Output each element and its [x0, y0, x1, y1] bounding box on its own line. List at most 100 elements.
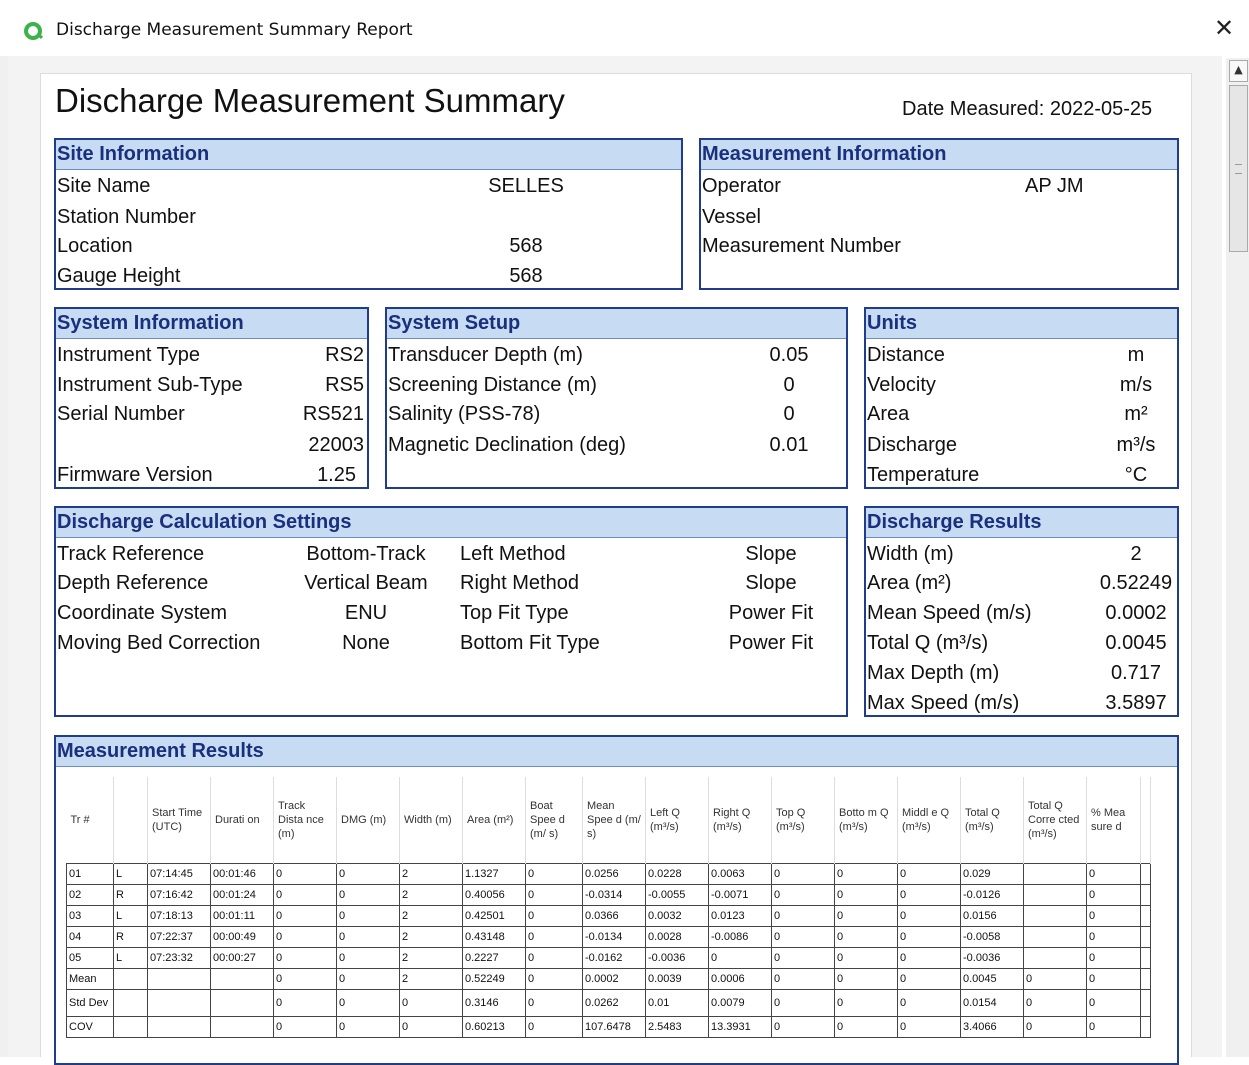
table-cell: 0: [771, 905, 835, 927]
measurement-results-panel: Measurement Results Tr # Start Time (UTC)…: [54, 735, 1179, 1065]
table-row: 05 L 07:23:32 00:00:27 0 0 2 0.2227 0 -0.0162 -0.0…: [66, 947, 1151, 969]
location-label: Location: [57, 235, 133, 257]
table-cell: 0: [525, 968, 583, 990]
max-speed-value: 3.5897: [1105, 692, 1167, 714]
discharge-calculation-settings-panel: Discharge Calculation Settings Track Ref…: [54, 506, 848, 717]
scroll-up-icon[interactable]: ▲: [1229, 60, 1248, 82]
table-cell: 0: [834, 947, 898, 969]
table-cell: [1023, 926, 1087, 948]
table-cell: 0: [897, 926, 961, 948]
table-cell: 0.01: [645, 989, 709, 1017]
table-cell: 0.0079: [708, 989, 772, 1017]
instrument-type-label: Instrument Type: [57, 344, 201, 366]
table-cell: 0.0032: [645, 905, 709, 927]
table-cell: 13.3931: [708, 1016, 772, 1038]
max-depth-value: 0.717: [1110, 662, 1162, 684]
table-cell: [1023, 905, 1087, 927]
instrument-subtype-label: Instrument Sub-Type: [57, 374, 243, 396]
close-icon[interactable]: ✕: [1214, 16, 1234, 40]
salinity-value: 0: [783, 403, 795, 425]
vessel-label: Vessel: [702, 206, 761, 228]
discharge-label: Discharge: [867, 434, 958, 456]
table-cell: 0.0039: [645, 968, 709, 990]
gauge-height-value: 568: [509, 265, 543, 287]
table-cell: 07:18:13: [147, 905, 211, 927]
table-cell: 0: [897, 863, 961, 885]
station-number-label: Station Number: [57, 206, 196, 228]
table-cell: [147, 989, 211, 1017]
table-cell: 0: [273, 1016, 337, 1038]
table-cell: 107.6478: [582, 1016, 646, 1038]
table-cell: 0: [834, 968, 898, 990]
column-header: Track Dista nce (m): [273, 777, 337, 864]
velocity-unit: m/s: [1119, 374, 1153, 396]
table-cell: [113, 968, 148, 990]
table-cell: 2: [399, 905, 463, 927]
table-cell: 0: [771, 947, 835, 969]
site-name-label: Site Name: [57, 175, 151, 197]
table-cell: 00:01:46: [210, 863, 274, 885]
column-header: Width (m): [399, 777, 463, 864]
table-cell: 05: [66, 947, 114, 969]
table-cell: 0.0366: [582, 905, 646, 927]
table-cell: [113, 1016, 148, 1038]
bottom-fit-type-value: Power Fit: [728, 632, 814, 654]
table-cell: 0.0154: [960, 989, 1024, 1017]
table-cell: 0: [336, 905, 400, 927]
table-cell: 04: [66, 926, 114, 948]
screening-distance-value: 0: [783, 374, 795, 396]
table-cell: COV: [66, 1016, 114, 1038]
table-cell: [210, 968, 274, 990]
table-cell: 0.0028: [645, 926, 709, 948]
table-cell: 0: [771, 926, 835, 948]
table-cell: 0.43148: [462, 926, 526, 948]
column-header: Total Q (m³/s): [960, 777, 1024, 864]
table-cell: 0: [771, 968, 835, 990]
column-header: DMG (m): [336, 777, 400, 864]
scroll-thumb[interactable]: [1229, 85, 1248, 252]
column-header: [113, 777, 148, 864]
table-cell-spacer: [1140, 905, 1151, 927]
table-cell: 0: [771, 863, 835, 885]
panel-header: Discharge Results: [866, 508, 1177, 538]
table-row: COV 0 0 0 0.60213 0 107.6478 2.5483 13.3931 0 0 0 3.…: [66, 1016, 1151, 1038]
table-cell: 0: [273, 905, 337, 927]
column-header: Total Q Corre cted (m³/s): [1023, 777, 1087, 864]
gauge-height-label: Gauge Height: [57, 265, 181, 287]
table-cell: -0.0086: [708, 926, 772, 948]
vertical-scrollbar[interactable]: ▲: [1226, 58, 1249, 1057]
table-cell: 0: [273, 863, 337, 885]
table-cell: [147, 1016, 211, 1038]
table-cell: 00:01:11: [210, 905, 274, 927]
table-cell: 0: [834, 926, 898, 948]
transducer-depth-label: Transducer Depth (m): [388, 344, 583, 366]
table-cell: 03: [66, 905, 114, 927]
table-cell: 0: [399, 989, 463, 1017]
table-cell: 0: [897, 968, 961, 990]
top-fit-type-value: Power Fit: [728, 602, 814, 624]
table-cell: 07:23:32: [147, 947, 211, 969]
table-cell: 00:00:27: [210, 947, 274, 969]
window-title: Discharge Measurement Summary Report: [56, 20, 413, 40]
table-cell: 0.0228: [645, 863, 709, 885]
column-header: Botto m Q (m³/s): [834, 777, 898, 864]
temperature-label: Temperature: [867, 464, 980, 486]
column-header: Middl e Q (m³/s): [897, 777, 961, 864]
width-value: 2: [1130, 543, 1142, 565]
grip-icon: [1235, 164, 1242, 174]
serial-number-label: Serial Number: [57, 403, 185, 425]
table-cell: 0: [1086, 1016, 1141, 1038]
table-cell: 0: [336, 968, 400, 990]
table-cell: 0.0006: [708, 968, 772, 990]
left-method-label: Left Method: [460, 543, 566, 565]
table-cell: 0: [834, 905, 898, 927]
table-cell: 0: [897, 905, 961, 927]
table-cell: 0.0045: [960, 968, 1024, 990]
right-method-value: Slope: [745, 572, 797, 594]
table-cell: 0: [336, 863, 400, 885]
table-cell: 0: [1086, 989, 1141, 1017]
right-method-label: Right Method: [460, 572, 579, 594]
table-cell: 0: [897, 1016, 961, 1038]
table-cell: 0: [273, 884, 337, 906]
bottom-fit-type-label: Bottom Fit Type: [460, 632, 600, 654]
